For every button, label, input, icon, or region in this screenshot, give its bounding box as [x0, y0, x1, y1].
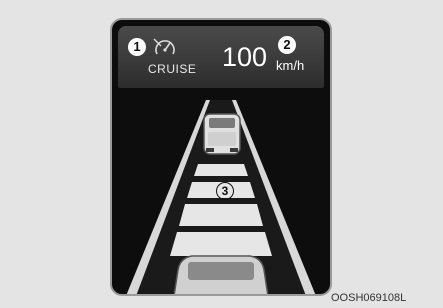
cruise-label: CRUISE — [148, 62, 197, 76]
set-speed-value: 100 — [222, 42, 268, 72]
lead-vehicle-icon — [203, 113, 241, 155]
callout-2: 2 — [278, 36, 296, 54]
figure-panel: 1 CRUISE 100 2 km/h 3 OOSH069108L — [0, 0, 443, 308]
callout-1: 1 — [128, 38, 146, 56]
callout-3: 3 — [216, 182, 234, 200]
own-vehicle-icon — [173, 255, 269, 294]
cruise-status-bar: 1 CRUISE 100 2 km/h — [118, 26, 324, 88]
figure-code: OOSH069108L — [331, 292, 407, 304]
cruise-control-icon — [153, 38, 175, 55]
speed-unit: km/h — [276, 58, 305, 73]
cluster-display: 1 CRUISE 100 2 km/h 3 — [110, 18, 332, 296]
